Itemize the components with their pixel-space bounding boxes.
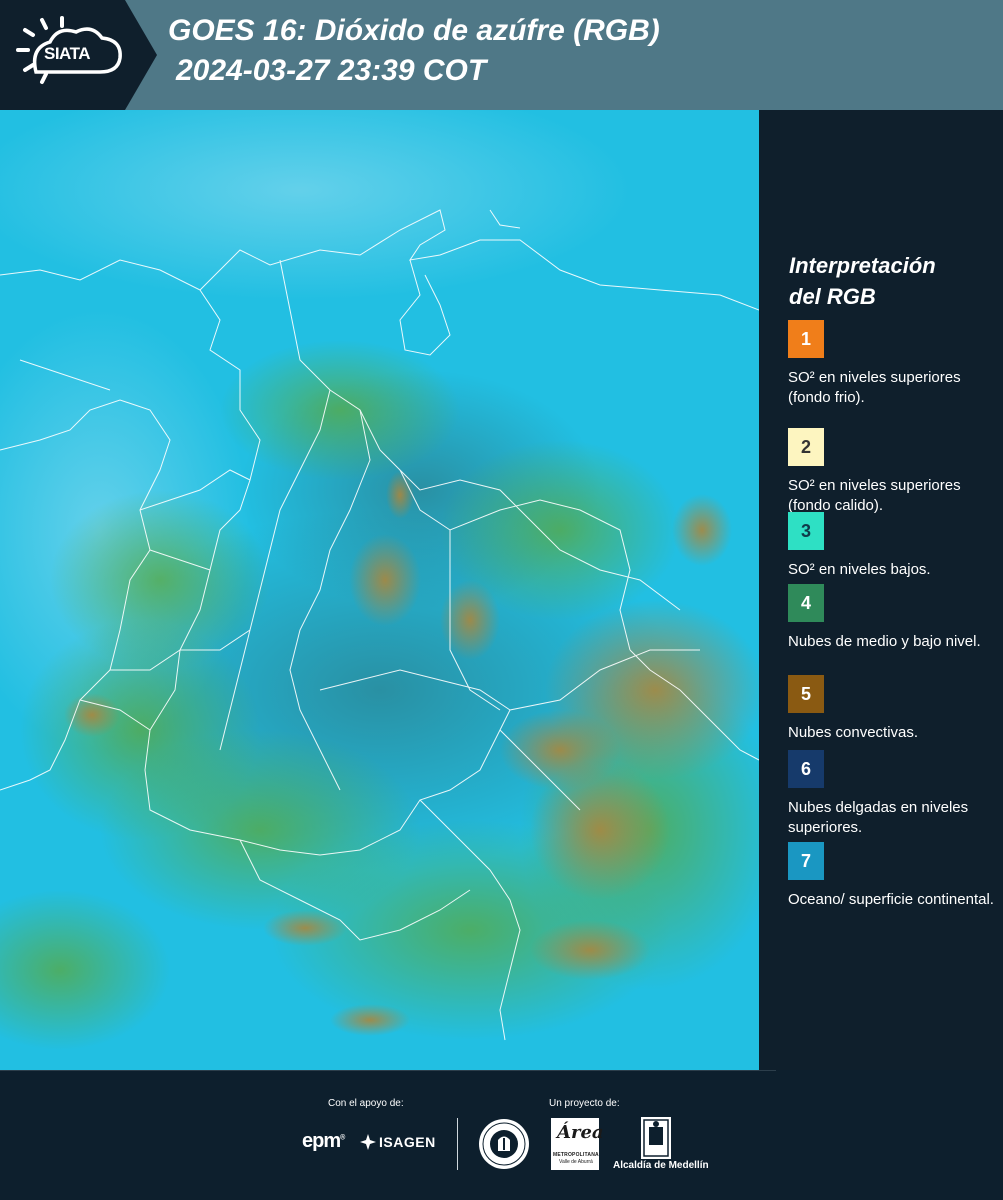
legend-label: SO² en niveles superiores (fondo calido)…: [788, 477, 961, 514]
isagen-logo-text: ISAGEN: [379, 1134, 436, 1150]
footer-vertical-divider: [457, 1118, 458, 1170]
siata-logo-text: SIATA: [44, 44, 90, 63]
legend-label: Oceano/ superficie continental.: [788, 891, 994, 908]
legend-label: Nubes de medio y bajo nivel.: [788, 633, 981, 650]
isagen-icon: [360, 1134, 376, 1150]
legend-swatch: 6: [788, 750, 824, 788]
project-label: Un proyecto de:: [549, 1098, 620, 1109]
legend-label: Nubes convectivas.: [788, 724, 919, 741]
legend-label: Nubes delgadas en niveles superiores.: [788, 799, 969, 836]
medellin-seal-icon[interactable]: [478, 1118, 530, 1170]
legend-item: 1 SO² en niveles superiores (fondo frio).: [788, 320, 998, 408]
legend-item: 5 Nubes convectivas.: [788, 675, 998, 743]
footer: Con el apoyo de: Un proyecto de: epm® IS…: [0, 1070, 1003, 1200]
legend-swatch: 5: [788, 675, 824, 713]
support-label: Con el apoyo de:: [328, 1098, 404, 1109]
epm-logo[interactable]: epm®: [302, 1130, 345, 1153]
page-title: GOES 16: Dióxido de azúfre (RGB): [168, 14, 660, 47]
area-logo-subtitle-2: Valle de Aburrá: [559, 1159, 593, 1165]
legend-swatch: 7: [788, 842, 824, 880]
legend-item: 7 Oceano/ superficie continental.: [788, 842, 998, 910]
area-logo-subtitle: METROPOLITANA: [553, 1152, 599, 1158]
legend-title-line1: Interpretación: [789, 253, 936, 278]
legend-swatch: 1: [788, 320, 824, 358]
legend-panel: Interpretación del RGB 1 SO² en niveles s…: [760, 110, 1003, 1070]
satellite-map[interactable]: [0, 110, 759, 1070]
alcaldia-logo-text: Alcaldía de Medellín: [613, 1160, 709, 1171]
legend-item: 3 SO² en niveles bajos.: [788, 512, 998, 580]
area-metropolitana-logo[interactable]: Área METROPOLITANA Valle de Aburrá: [551, 1118, 604, 1170]
footer-divider-line: [0, 1070, 776, 1071]
legend-title: Interpretación del RGB: [789, 250, 936, 312]
epm-logo-text: epm: [302, 1130, 341, 1152]
isagen-logo[interactable]: ISAGEN: [360, 1134, 436, 1150]
legend-item: 6 Nubes delgadas en niveles superiores.: [788, 750, 998, 838]
legend-swatch: 3: [788, 512, 824, 550]
page-timestamp: 2024-03-27 23:39 COT: [176, 54, 487, 87]
siata-logo[interactable]: SIATA: [0, 0, 157, 110]
legend-swatch: 4: [788, 584, 824, 622]
legend-label: SO² en niveles superiores (fondo frio).: [788, 369, 961, 406]
area-logo-script: Área: [557, 1122, 604, 1143]
legend-swatch: 2: [788, 428, 824, 466]
satellite-image: [0, 110, 759, 1070]
header-bar: SIATA GOES 16: Dióxido de azúfre (RGB) 2…: [0, 0, 1003, 110]
legend-label: SO² en niveles bajos.: [788, 561, 931, 578]
alcaldia-shield-graphic: [643, 1119, 669, 1157]
legend-item: 4 Nubes de medio y bajo nivel.: [788, 584, 998, 652]
legend-item: 2 SO² en niveles superiores (fondo calido…: [788, 428, 998, 516]
legend-title-line2: del RGB: [789, 284, 876, 309]
alcaldia-shield-icon[interactable]: [641, 1117, 671, 1159]
